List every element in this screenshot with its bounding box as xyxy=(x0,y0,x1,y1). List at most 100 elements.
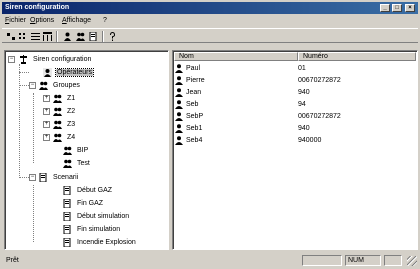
operator-name-text: Paul xyxy=(186,65,201,72)
scenario-icon xyxy=(89,31,97,41)
scenario-icon xyxy=(63,198,72,208)
operator-name: Paul xyxy=(175,64,200,73)
title-bar[interactable]: Siren configuration _ □ × xyxy=(2,2,418,14)
operator-name: Seb4 xyxy=(175,136,202,145)
list-item[interactable]: SebP 00670272872 xyxy=(175,112,415,122)
group-icon xyxy=(53,120,62,129)
menu-affichage[interactable]: Affichage xyxy=(62,17,91,24)
group-icon xyxy=(53,94,62,103)
window-title: Siren configuration xyxy=(5,4,70,11)
status-text: Prêt xyxy=(6,257,19,264)
column-header-name[interactable]: Nom xyxy=(174,52,298,61)
operator-name-text: Seb1 xyxy=(186,125,203,132)
group-z3-expander[interactable]: + xyxy=(43,121,50,128)
group-icon xyxy=(53,107,62,116)
group-icon xyxy=(63,146,72,155)
person-icon xyxy=(175,136,183,145)
menu-fichier[interactable]: Fichier xyxy=(5,17,26,24)
tree-line xyxy=(19,85,29,86)
tree-item-scenario[interactable]: Fin GAZ xyxy=(63,198,104,208)
operators-icon xyxy=(43,67,52,77)
group-icon xyxy=(63,159,72,168)
tree-item-group[interactable]: Z2 xyxy=(53,106,76,116)
tree-item-scenario[interactable]: Début simulation xyxy=(63,211,130,221)
tree-item-scenario[interactable]: Début GAZ xyxy=(63,185,113,195)
tree-item-group[interactable]: BIP xyxy=(63,145,89,155)
close-button[interactable]: × xyxy=(405,4,415,12)
menu-options[interactable]: Options xyxy=(30,17,54,24)
large-icons-button[interactable] xyxy=(6,31,17,41)
small-icons-button[interactable] xyxy=(18,31,29,41)
operator-name: Jean xyxy=(175,88,201,97)
scenario-icon xyxy=(63,211,72,221)
group-icon xyxy=(76,32,85,41)
list-item[interactable]: Paul 01 xyxy=(175,64,415,74)
operator-number: 01 xyxy=(298,65,306,72)
operator-number: 00670272872 xyxy=(298,77,341,84)
operator-name-text: Seb xyxy=(186,101,199,108)
tree-line xyxy=(33,185,34,242)
num-lock-indicator: NUM xyxy=(345,255,381,266)
help-button[interactable] xyxy=(107,31,118,41)
scenario-icon xyxy=(63,224,72,234)
details-view-icon xyxy=(43,31,52,41)
operator-number: 00670272872 xyxy=(298,113,341,120)
small-icons-icon xyxy=(19,32,25,39)
tree-view[interactable]: − Siren configuration Opérateurs − Group… xyxy=(4,50,169,250)
operator-list[interactable]: Nom Numéro Paul 01 Pierre 00670272872 Jean 94… xyxy=(172,50,418,250)
tree-item-scenario[interactable]: Incendie Explosion xyxy=(63,237,137,247)
list-item[interactable]: Seb1 940 xyxy=(175,124,415,134)
list-view-icon xyxy=(31,32,40,40)
list-item[interactable]: Jean 940 xyxy=(175,88,415,98)
operator-name-text: Jean xyxy=(186,89,202,96)
toolbar-separator xyxy=(56,31,58,42)
operator-number: 940 xyxy=(298,125,310,132)
add-group-button[interactable] xyxy=(75,31,86,41)
group-icon xyxy=(53,133,62,142)
list-item[interactable]: Pierre 00670272872 xyxy=(175,76,415,86)
operator-name-text: Pierre xyxy=(186,77,205,84)
group-z2-expander[interactable]: + xyxy=(43,108,50,115)
group-z1-expander[interactable]: + xyxy=(43,95,50,102)
status-cell xyxy=(384,255,402,266)
scenarios-expander[interactable]: − xyxy=(29,174,36,181)
person-icon xyxy=(175,124,183,133)
tree-line xyxy=(19,72,29,73)
help-icon xyxy=(110,31,115,41)
tree-line xyxy=(19,177,29,178)
tree-item-group[interactable]: Z1 xyxy=(53,93,76,103)
groups-expander[interactable]: − xyxy=(29,82,36,89)
minimize-button[interactable]: _ xyxy=(380,4,390,12)
siren-icon xyxy=(19,54,28,64)
list-view-button[interactable] xyxy=(30,31,41,41)
operator-name: Seb xyxy=(175,100,198,109)
tree-item-operators[interactable]: Opérateurs xyxy=(43,67,95,77)
tree-item-groups[interactable]: Groupes xyxy=(39,80,81,90)
operator-name: SebP xyxy=(175,112,203,121)
maximize-button[interactable]: □ xyxy=(392,4,402,12)
tree-item-group[interactable]: Z3 xyxy=(53,119,76,129)
tree-item-scenarios[interactable]: Scenarii xyxy=(39,172,79,182)
list-item[interactable]: Seb 94 xyxy=(175,100,415,110)
operator-name: Pierre xyxy=(175,76,205,85)
tree-line xyxy=(19,64,20,178)
scenario-icon xyxy=(63,185,72,195)
person-icon xyxy=(64,32,71,41)
tree-item-group[interactable]: Test xyxy=(63,158,91,168)
tree-item-group[interactable]: Z4 xyxy=(53,132,76,142)
add-operator-button[interactable] xyxy=(62,31,73,41)
column-header-number[interactable]: Numéro xyxy=(298,52,416,61)
scenario-icon xyxy=(63,237,72,247)
toolbar-separator xyxy=(102,31,104,42)
person-icon xyxy=(175,64,183,73)
group-z4-expander[interactable]: + xyxy=(43,134,50,141)
list-item[interactable]: Seb4 940000 xyxy=(175,136,415,146)
add-scenario-button[interactable] xyxy=(88,31,99,41)
operator-name-text: Seb4 xyxy=(186,137,203,144)
root-expander[interactable]: − xyxy=(8,56,15,63)
tree-item-scenario[interactable]: Fin simulation xyxy=(63,224,121,234)
tree-root[interactable]: Siren configuration xyxy=(19,54,92,64)
menu-help[interactable]: ? xyxy=(103,17,107,24)
resize-grip[interactable] xyxy=(407,256,417,266)
details-view-button[interactable] xyxy=(42,31,53,41)
